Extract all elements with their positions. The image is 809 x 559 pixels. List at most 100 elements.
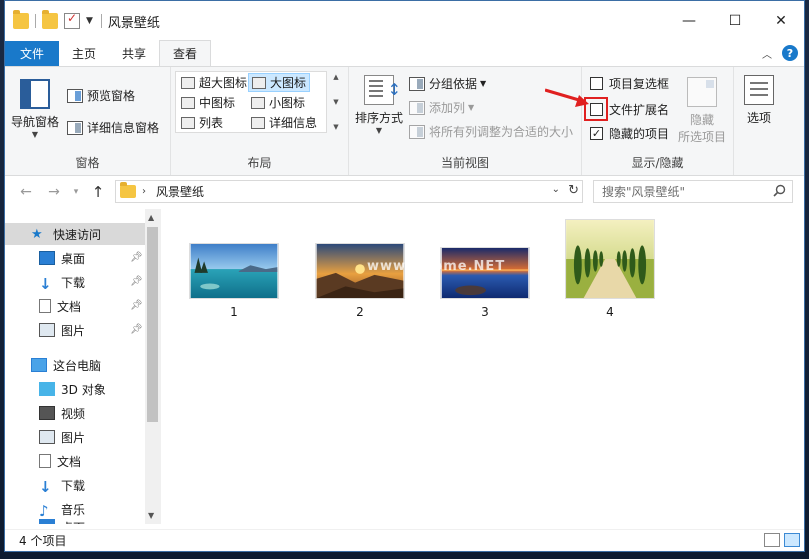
ribbon-group-layout: 超大图标 大图标 中图标 小图标 列表 详细信息 ▲ ▼ ▼ 布局 <box>171 67 349 175</box>
hidden-items-label: 隐藏的项目 <box>609 127 670 141</box>
file-item[interactable]: 3 <box>440 247 530 319</box>
nav-item-desktop[interactable]: 桌面 <box>39 247 85 269</box>
size-all-columns-button[interactable]: 将所有列调整为合适的大小 <box>409 123 573 140</box>
properties-icon[interactable] <box>64 11 80 29</box>
large-icons-view-icon[interactable] <box>784 533 800 547</box>
help-icon[interactable]: ? <box>782 45 798 61</box>
nav-item-label: 下载 <box>61 478 86 493</box>
document-icon <box>39 454 51 468</box>
tab-share[interactable]: 共享 <box>109 41 159 66</box>
file-name: 3 <box>481 305 489 319</box>
hidden-items-option[interactable]: ✓ 隐藏的项目 <box>590 125 669 142</box>
breadcrumb-chevron-icon[interactable]: › <box>142 186 146 197</box>
pin-icon[interactable]: 📌︎ <box>130 252 143 263</box>
address-history-dropdown-icon[interactable]: ⌄ <box>552 184 560 195</box>
scroll-down-icon[interactable]: ▼ <box>333 98 338 106</box>
list-icon <box>181 116 195 129</box>
nav-item-3d-objects[interactable]: 3D 对象 <box>39 378 106 400</box>
up-icon[interactable]: ↑ <box>87 183 109 201</box>
file-name: 4 <box>606 305 614 319</box>
chevron-down-icon: ▼ <box>31 130 39 139</box>
layout-details[interactable]: 详细信息 <box>248 113 320 132</box>
sort-by-button[interactable]: 排序方式 ▼ <box>355 75 403 135</box>
ribbon-group-current-view: 排序方式 ▼ 分组依据 ▼ 添加列 ▼ 将所有列调整为合适的大小 当前视图 <box>349 67 582 175</box>
item-checkboxes-checkbox[interactable] <box>590 77 603 90</box>
customize-toolbar-dropdown-icon[interactable]: ▼ <box>86 16 93 26</box>
status-bar: 4 个项目 <box>5 529 804 551</box>
ribbon-tabs: 文件 主页 共享 查看 ︿ ? <box>5 40 804 66</box>
ribbon-controls: ︿ ? <box>762 45 798 61</box>
forward-icon[interactable]: → <box>43 184 65 200</box>
nav-item-pc-desktop[interactable]: 桌面 <box>39 519 85 524</box>
pin-icon[interactable]: 📌︎ <box>130 276 143 287</box>
nav-item-pc-pictures[interactable]: 图片 <box>39 426 85 448</box>
nav-item-downloads[interactable]: ↓ 下载 <box>39 271 85 293</box>
chevron-down-icon: ▼ <box>480 79 487 88</box>
close-button[interactable]: ✕ <box>758 1 804 41</box>
layout-gallery-scroll[interactable]: ▲ ▼ ▼ <box>331 73 341 131</box>
hide-selected-items-button[interactable]: 隐藏 所选项目 <box>678 77 726 145</box>
file-item[interactable]: 2 <box>315 243 405 319</box>
nav-item-label: 桌面 <box>61 251 86 266</box>
nav-item-documents[interactable]: 文档 <box>39 295 81 317</box>
file-item[interactable]: 1 <box>189 243 279 319</box>
scroll-up-icon[interactable]: ▲ <box>333 73 338 81</box>
hidden-items-checkbox[interactable]: ✓ <box>590 127 603 140</box>
nav-item-videos[interactable]: 视频 <box>39 402 85 424</box>
nav-pane-scrollbar[interactable]: ▲ ▼ <box>145 209 160 524</box>
back-icon[interactable]: ← <box>15 184 37 200</box>
maximize-button[interactable]: ☐ <box>712 1 758 41</box>
address-field[interactable]: › 风景壁纸 ⌄ ↻ <box>115 180 583 203</box>
layout-small-icons[interactable]: 小图标 <box>248 93 308 112</box>
details-pane-button[interactable]: 详细信息窗格 <box>67 119 159 136</box>
file-item[interactable]: 4 <box>565 219 655 319</box>
scroll-down-icon[interactable]: ▼ <box>148 511 154 520</box>
breadcrumb-current[interactable]: 风景壁纸 <box>156 183 204 200</box>
layout-gallery: 超大图标 大图标 中图标 小图标 列表 详细信息 <box>175 71 327 133</box>
pin-icon[interactable]: 📌︎ <box>130 324 143 335</box>
add-columns-icon <box>409 100 425 115</box>
window-title: 风景壁纸 <box>107 15 160 31</box>
tab-home[interactable]: 主页 <box>59 41 109 66</box>
search-input[interactable]: 搜索"风景壁纸" <box>593 180 793 203</box>
add-columns-button[interactable]: 添加列 ▼ <box>409 99 474 116</box>
navigation-pane-button[interactable]: 导航窗格 ▼ <box>11 79 59 139</box>
expand-gallery-icon[interactable]: ▼ <box>333 123 338 131</box>
tab-view[interactable]: 查看 <box>159 40 212 66</box>
navigation-pane: ★ 快速访问 桌面 📌︎ ↓ 下载 📌︎ 文档 📌︎ 图片 📌︎ 这台电脑 3D… <box>5 209 160 524</box>
collapse-ribbon-icon[interactable]: ︿ <box>762 46 772 61</box>
item-checkboxes-option[interactable]: 项目复选框 <box>590 75 669 92</box>
nav-item-this-pc[interactable]: 这台电脑 <box>31 354 101 376</box>
recent-locations-icon[interactable]: ▾ <box>65 187 87 197</box>
preview-pane-button[interactable]: 预览窗格 <box>67 87 135 104</box>
group-by-label: 分组依据 <box>429 77 478 91</box>
music-note-icon: ♪ <box>39 502 49 520</box>
minimize-button[interactable]: — <box>666 1 712 41</box>
scroll-up-icon[interactable]: ▲ <box>148 213 154 222</box>
nav-item-pc-documents[interactable]: 文档 <box>39 450 81 472</box>
tab-file[interactable]: 文件 <box>5 41 59 66</box>
group-label-show-hide: 显示/隐藏 <box>631 156 684 170</box>
layout-extra-large-icons[interactable]: 超大图标 <box>178 73 250 92</box>
address-bar: ← → ▾ ↑ › 风景壁纸 ⌄ ↻ 搜索"风景壁纸" <box>5 176 804 208</box>
scrollbar-thumb[interactable] <box>147 227 158 422</box>
nav-item-quick-access[interactable]: ★ 快速访问 <box>5 223 145 245</box>
pin-icon[interactable]: 📌︎ <box>130 300 143 311</box>
nav-item-pc-downloads[interactable]: ↓ 下载 <box>39 474 85 496</box>
download-arrow-icon: ↓ <box>39 478 52 496</box>
file-extensions-label: 文件扩展名 <box>609 103 670 117</box>
new-folder-icon[interactable] <box>42 10 58 29</box>
group-label-layout: 布局 <box>247 156 272 170</box>
hide-selected-icon <box>687 77 717 107</box>
options-button[interactable]: 选项 <box>744 75 774 126</box>
refresh-icon[interactable]: ↻ <box>568 183 579 198</box>
nav-item-pictures[interactable]: 图片 <box>39 319 85 341</box>
nav-item-music[interactable]: ♪ 音乐 <box>39 498 85 520</box>
search-icon[interactable] <box>773 184 786 197</box>
layout-list[interactable]: 列表 <box>178 113 226 132</box>
group-by-button[interactable]: 分组依据 ▼ <box>409 75 486 92</box>
layout-medium-icons[interactable]: 中图标 <box>178 93 238 112</box>
details-view-icon[interactable] <box>764 533 780 547</box>
star-icon: ★ <box>31 227 43 242</box>
layout-large-icons[interactable]: 大图标 <box>248 73 311 92</box>
